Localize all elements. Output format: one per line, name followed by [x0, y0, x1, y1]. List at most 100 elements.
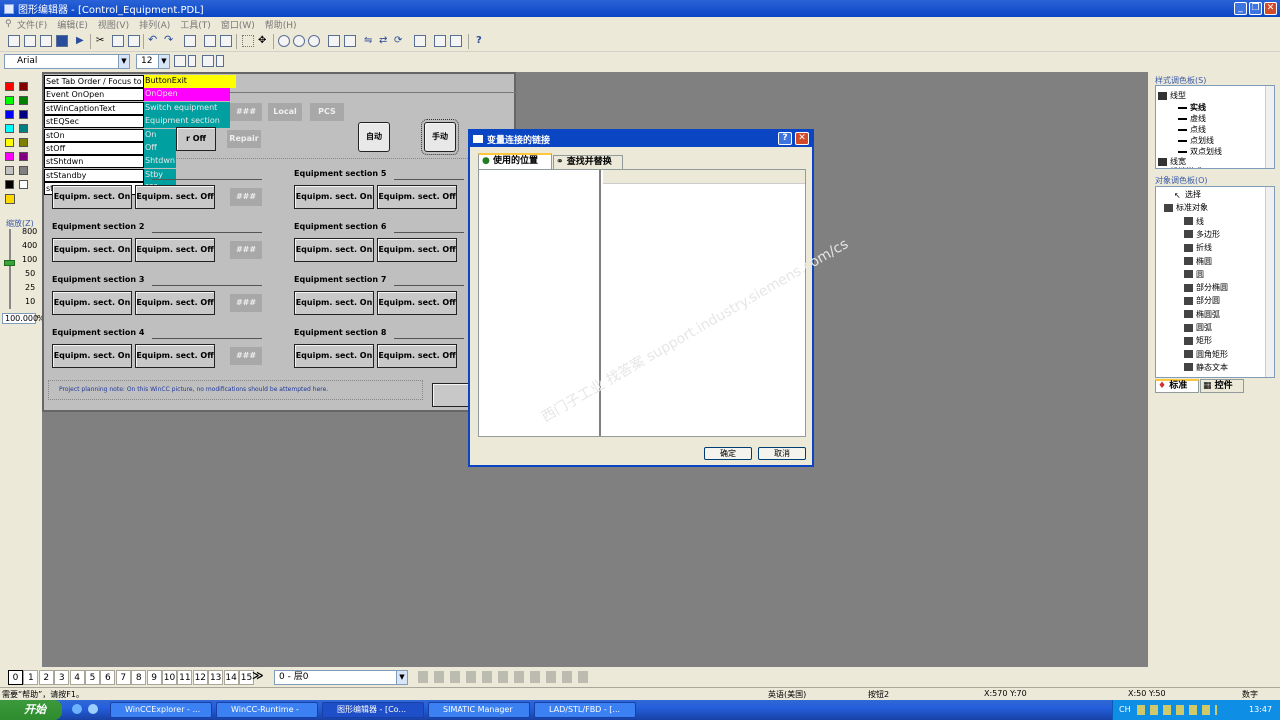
section-off-button[interactable]: Equipm. sect. Off	[135, 291, 215, 315]
zoom-slider-handle[interactable]	[4, 260, 15, 266]
bring-front-icon[interactable]	[204, 35, 216, 47]
tab-controls[interactable]: ▦ 控件	[1200, 379, 1244, 393]
tab-find-replace[interactable]: ⚭ 查找并替换	[553, 155, 623, 169]
dialog-close-button[interactable]: ✕	[795, 132, 809, 145]
menu-view[interactable]: 视图(V)	[93, 18, 134, 31]
object-tree-item[interactable]: ↖ 选择	[1174, 189, 1201, 200]
section-on-button[interactable]: Equipm. sect. On	[294, 238, 374, 262]
undo-icon[interactable]: ↶	[148, 34, 160, 47]
style-tree-item[interactable]: 虚线	[1178, 113, 1206, 124]
open-icon[interactable]	[24, 35, 36, 47]
property-value[interactable]: Off	[144, 142, 176, 155]
section-on-button[interactable]: Equipm. sect. On	[294, 344, 374, 368]
quicklaunch-icon[interactable]	[72, 704, 82, 714]
off-button[interactable]: r Off	[176, 127, 216, 151]
menu-window[interactable]: 窗口(W)	[216, 18, 260, 31]
new-icon[interactable]	[8, 35, 20, 47]
wincc-picture[interactable]: Set Tab Order / Focus to ButtonExit Event …	[42, 72, 518, 412]
layer-button[interactable]: 5	[85, 670, 100, 685]
layer-button[interactable]: 11	[177, 670, 193, 685]
zoom-out-icon[interactable]	[293, 35, 305, 47]
layer-button[interactable]: 9	[146, 670, 162, 685]
section-off-button[interactable]: Equipm. sect. Off	[377, 238, 457, 262]
zoom-level-800[interactable]: 800	[22, 227, 37, 236]
properties-icon[interactable]	[344, 35, 356, 47]
close-button[interactable]: ✕	[1264, 2, 1277, 15]
mirror-v-icon[interactable]: ⇄	[379, 35, 391, 47]
local-box[interactable]: Local	[268, 103, 302, 121]
font-size-select[interactable]: 12 ▼	[136, 54, 170, 69]
property-value[interactable]: Shtdwn	[144, 155, 176, 169]
line-color-icon[interactable]	[174, 55, 186, 67]
zoom-fit-icon[interactable]	[308, 35, 320, 47]
object-tree-item[interactable]: 标准对象	[1164, 202, 1208, 213]
send-back-icon[interactable]	[220, 35, 232, 47]
tab-standard[interactable]: ♦ 标准	[1155, 379, 1199, 393]
layer-button[interactable]: 13	[208, 670, 224, 685]
usage-list-header[interactable]	[603, 170, 805, 184]
section-off-button[interactable]: Equipm. sect. Off	[377, 344, 457, 368]
input-language[interactable]: CH	[1119, 700, 1131, 720]
layer-button[interactable]: 4	[69, 670, 85, 685]
tray-icons[interactable]	[1137, 705, 1217, 715]
minimize-button[interactable]: _	[1234, 2, 1247, 15]
zoom-level-50[interactable]: 50	[25, 269, 35, 278]
property-value[interactable]: Switch equipment	[144, 101, 230, 115]
layers-icon[interactable]	[328, 35, 340, 47]
grid-icon[interactable]	[242, 35, 254, 47]
mirror-h-icon[interactable]: ⇋	[364, 35, 376, 47]
object-tree-item[interactable]: 圆	[1184, 269, 1204, 280]
layer-select[interactable]: 0 - 层0 ▼	[274, 670, 408, 685]
task-wincc-explorer[interactable]: WinCCExplorer - ...	[110, 702, 212, 718]
style-tree-item[interactable]: 线端样式	[1158, 166, 1202, 168]
zoom-level-10[interactable]: 10	[25, 297, 35, 306]
layer-button[interactable]: 3	[54, 670, 70, 685]
object-tree-item[interactable]: 多边形	[1184, 229, 1220, 240]
object-tree-item[interactable]: 折线	[1184, 242, 1212, 253]
zoom-level-100[interactable]: 100	[22, 255, 37, 264]
object-tree-item[interactable]: 矩形	[1184, 335, 1212, 346]
color-swatch[interactable]	[19, 110, 28, 119]
object-scrollbar[interactable]	[1265, 187, 1274, 377]
snap-icon[interactable]: ✥	[258, 35, 270, 47]
start-button[interactable]: 开始	[0, 700, 62, 720]
section-off-button[interactable]: Equipm. sect. Off	[377, 185, 457, 209]
layer-button[interactable]: 14	[223, 670, 239, 685]
section-on-button[interactable]: Equipm. sect. On	[294, 291, 374, 315]
rotate-icon[interactable]: ⟳	[394, 35, 406, 47]
menu-tools[interactable]: 工具(T)	[175, 18, 216, 31]
task-lad-stl-fbd[interactable]: LAD/STL/FBD - [...	[534, 702, 636, 718]
section-off-button[interactable]: Equipm. sect. Off	[377, 291, 457, 315]
object-tree-item[interactable]: 线	[1184, 216, 1204, 227]
font-name-select[interactable]: Arial ▼	[4, 54, 130, 69]
section-off-button[interactable]: Equipm. sect. Off	[135, 185, 215, 209]
color-swatch[interactable]	[5, 152, 14, 161]
copy-icon[interactable]	[112, 35, 124, 47]
manual-button[interactable]: 手动	[421, 119, 459, 155]
layer-button[interactable]: 6	[100, 670, 116, 685]
layer-button[interactable]: 10	[162, 670, 177, 685]
section-off-button[interactable]: Equipm. sect. Off	[135, 344, 215, 368]
task-simatic-manager[interactable]: SIMATIC Manager	[428, 702, 530, 718]
task-graphics-designer[interactable]: 图形编辑器 - [Co...	[322, 702, 424, 718]
object-tree-item[interactable]: 椭圆	[1184, 256, 1212, 267]
library-icon[interactable]	[414, 35, 426, 47]
style-tree-item[interactable]: 实线	[1178, 102, 1206, 113]
property-value[interactable]: On	[144, 128, 176, 142]
restore-button[interactable]: ❐	[1249, 2, 1262, 15]
menu-file[interactable]: 文件(F)	[12, 18, 52, 31]
section-on-button[interactable]: Equipm. sect. On	[52, 238, 132, 262]
zoom-slider-track[interactable]	[9, 229, 11, 309]
alignment-toolbar[interactable]	[418, 671, 588, 683]
open-folder-icon[interactable]	[40, 35, 52, 47]
object-tree-item[interactable]: 椭圆弧	[1184, 309, 1220, 320]
color-swatch[interactable]	[19, 124, 28, 133]
color-swatch[interactable]	[5, 82, 14, 91]
ok-button[interactable]: 确定	[704, 447, 752, 460]
config-icon[interactable]	[450, 35, 462, 47]
section-on-button[interactable]: Equipm. sect. On	[52, 291, 132, 315]
color-swatch[interactable]	[19, 138, 28, 147]
chevron-down-icon[interactable]	[188, 55, 196, 67]
object-tree-item[interactable]: 圆角矩形	[1184, 349, 1228, 360]
section-on-button[interactable]: Equipm. sect. On	[52, 344, 132, 368]
